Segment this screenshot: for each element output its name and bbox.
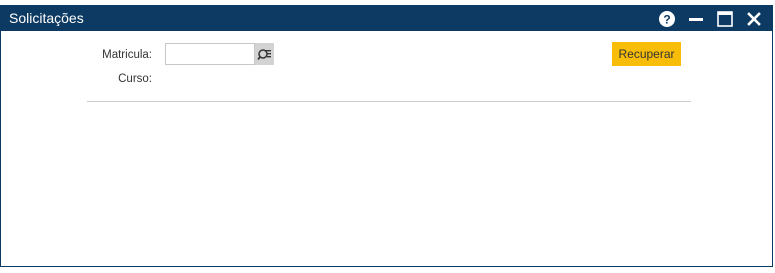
curso-label: Curso:: [118, 73, 152, 85]
maximize-button[interactable]: [716, 10, 734, 28]
window-title: Solicitações: [9, 10, 84, 26]
window-titlebar: Solicitações ?: [1, 6, 772, 31]
minimize-icon: [689, 18, 703, 21]
form-divider: [87, 101, 691, 102]
search-list-icon: [256, 49, 271, 61]
matricula-label: Matricula:: [102, 49, 152, 61]
recuperar-button[interactable]: Recuperar: [612, 42, 681, 66]
svg-text:?: ?: [663, 13, 670, 27]
matricula-lookup-button[interactable]: [255, 43, 274, 65]
maximize-icon: [717, 11, 733, 27]
help-button[interactable]: ?: [658, 10, 676, 28]
close-button[interactable]: [745, 10, 763, 28]
close-icon: [747, 12, 761, 26]
minimize-button[interactable]: [687, 10, 705, 28]
matricula-input[interactable]: [165, 43, 255, 65]
solicitacoes-window: Solicitações ? Matricula: Curso: Recuper…: [0, 5, 773, 267]
help-icon: ?: [659, 11, 675, 27]
